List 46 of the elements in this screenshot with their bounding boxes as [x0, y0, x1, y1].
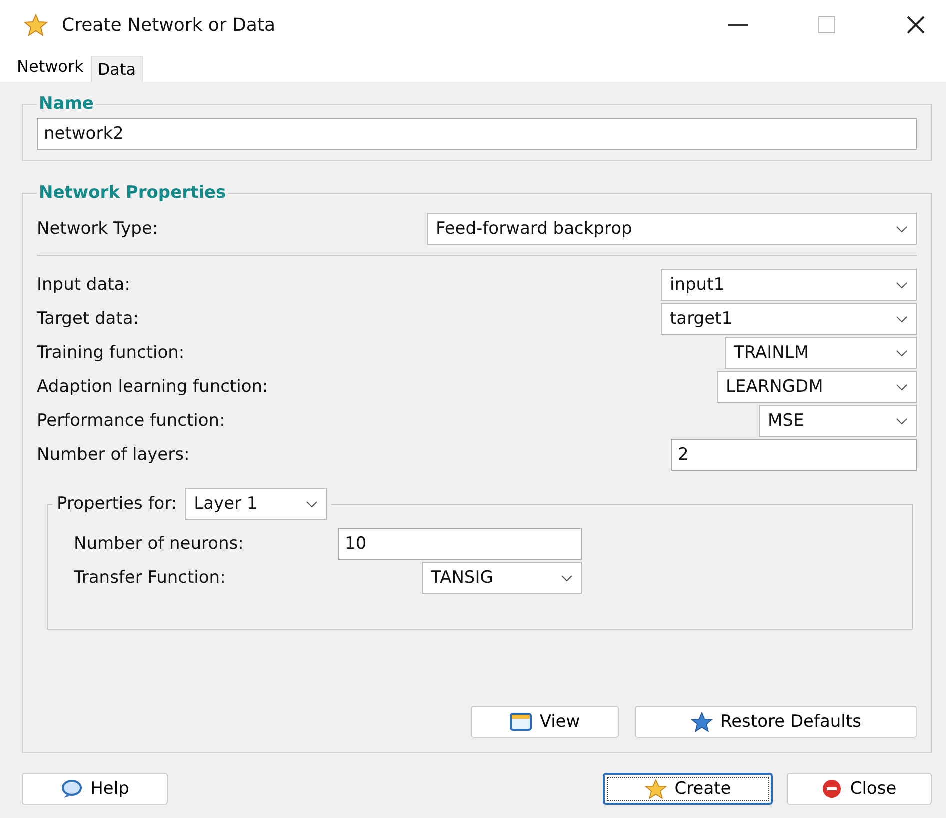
close-icon	[822, 779, 842, 799]
group-title: Name	[38, 94, 95, 114]
layer-dropdown[interactable]: Layer 1	[185, 488, 328, 520]
window-icon	[510, 713, 532, 731]
field-label: Performance function:	[37, 411, 226, 431]
dropdown[interactable]: MSE	[759, 405, 917, 437]
dropdown[interactable]: TANSIG	[422, 562, 582, 594]
group-title: Network Properties	[38, 183, 228, 203]
chevron-icon	[896, 316, 908, 322]
restore-button[interactable]: Restore Defaults	[635, 706, 917, 738]
name-field[interactable]: network2	[37, 118, 917, 150]
field-label: Network Type:	[37, 219, 158, 239]
chevron-icon	[896, 282, 908, 288]
view-button[interactable]: View	[471, 706, 619, 738]
chevron-icon	[306, 500, 318, 508]
star-icon	[644, 779, 667, 799]
field-label: Properties for:	[57, 494, 178, 514]
chevron-icon	[561, 574, 573, 582]
minimize-icon[interactable]	[728, 23, 748, 27]
star-icon	[24, 14, 48, 36]
chevron-icon	[896, 384, 908, 390]
close-icon[interactable]	[906, 15, 926, 35]
input-field[interactable]: 10	[338, 528, 582, 560]
close-button[interactable]: Close	[787, 773, 932, 805]
create-button[interactable]: Create	[603, 773, 773, 805]
field-label: Number of layers:	[37, 445, 190, 465]
field-label: Input data:	[37, 275, 130, 295]
dropdown[interactable]: target1	[661, 303, 917, 335]
chevron-icon	[896, 350, 908, 356]
help-icon	[60, 779, 83, 799]
window-title: Create Network or Data	[62, 14, 277, 36]
field-label: Number of neurons:	[74, 534, 245, 554]
field-label: Target data:	[37, 309, 140, 329]
tab[interactable]: Data	[90, 56, 144, 82]
dropdown[interactable]: LEARNGDM	[717, 371, 917, 403]
star-icon	[690, 712, 713, 732]
network-type-dropdown[interactable]: Feed-forward backprop	[427, 213, 917, 245]
chevron-icon	[896, 418, 908, 424]
chevron-icon	[896, 226, 908, 232]
input-field[interactable]: 2	[671, 439, 917, 471]
field-label: Training function:	[37, 343, 185, 363]
dropdown[interactable]: input1	[661, 269, 917, 301]
dropdown[interactable]: TRAINLM	[725, 337, 917, 369]
field-label: Transfer Function:	[74, 568, 227, 588]
field-label: Adaption learning function:	[37, 377, 268, 397]
help-button[interactable]: Help	[22, 773, 168, 805]
